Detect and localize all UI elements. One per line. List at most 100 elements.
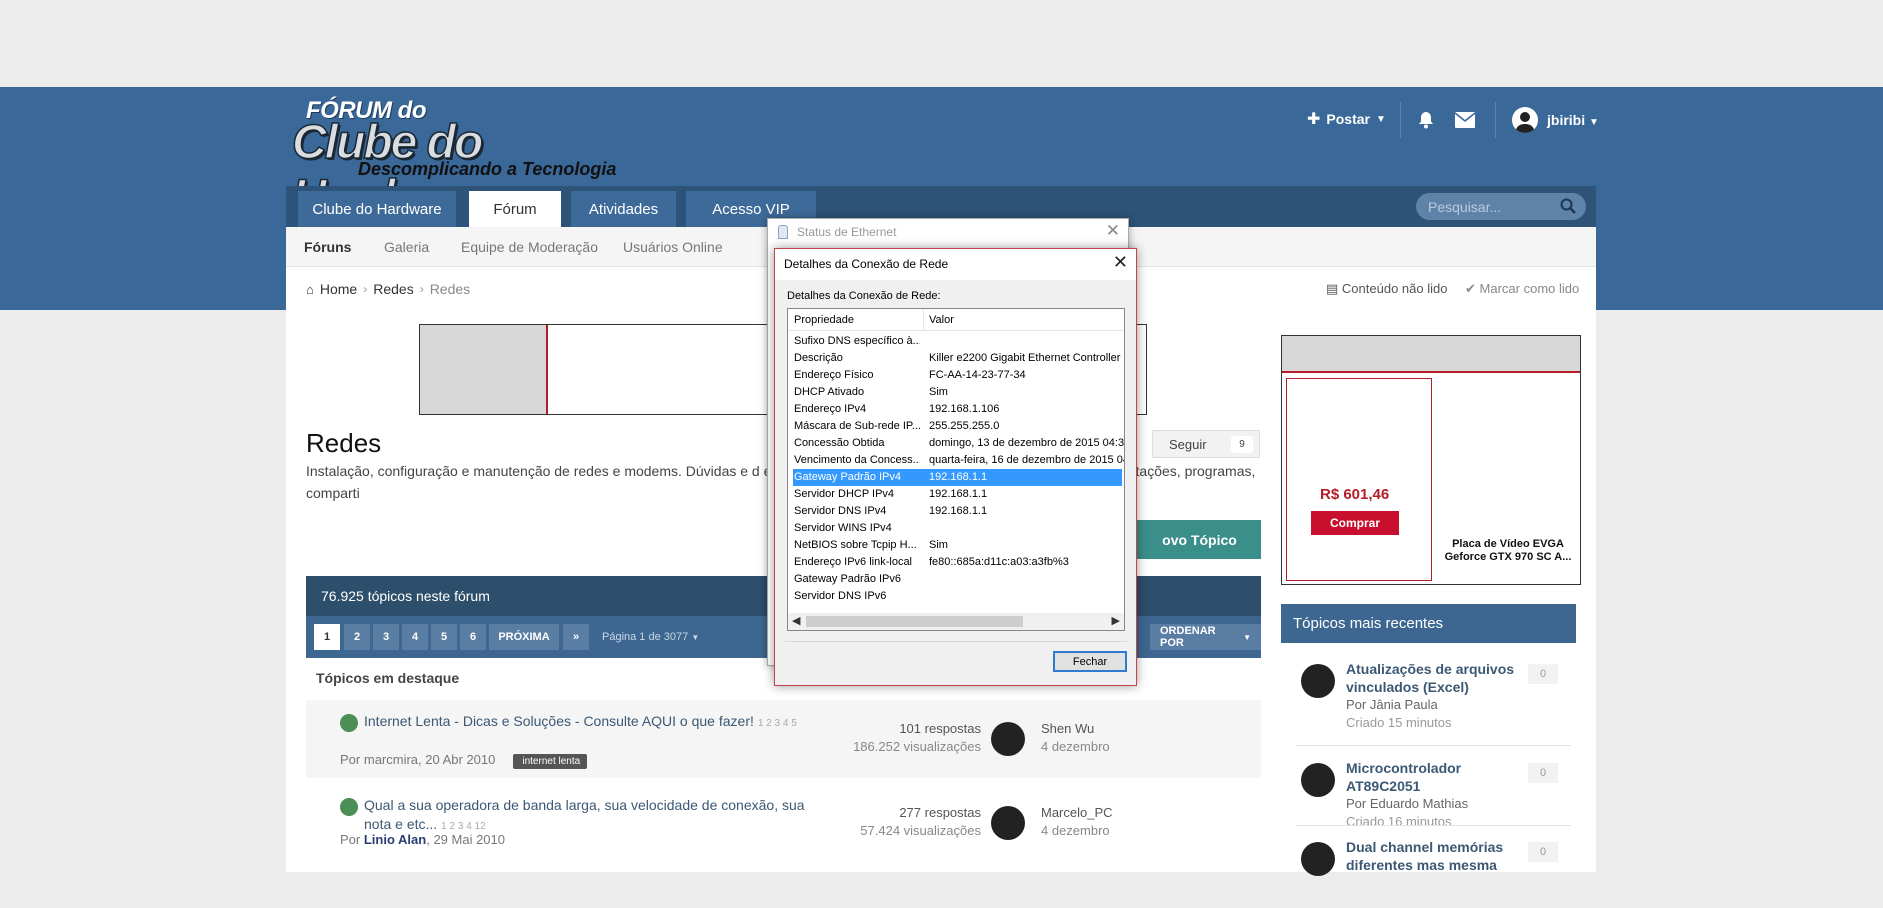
breadcrumb-section[interactable]: Redes [373,281,413,297]
topic-row[interactable]: Qual a sua operadora de banda larga, sua… [306,784,1261,862]
list-item[interactable]: Microcontrolador AT89C2051 Por Eduardo Ma… [1281,751,1576,829]
dialog-titlebar[interactable]: Detalhes da Conexão de Rede ✕ [775,249,1136,280]
bell-icon[interactable] [1416,110,1436,130]
page-6[interactable]: 6 [460,624,486,650]
tab-atividades[interactable]: Atividades [571,191,676,227]
avatar[interactable] [1301,664,1335,698]
table-row[interactable]: Servidor DHCP IPv4 192.168.1.1 [788,486,1124,503]
scroll-thumb[interactable] [806,616,1023,627]
page-2[interactable]: 2 [344,624,370,650]
tab-forum[interactable]: Fórum [469,191,561,227]
close-icon[interactable]: ✕ [1113,252,1128,273]
topic-title[interactable]: Internet Lenta - Dicas e Soluções - Cons… [364,713,754,729]
table-row[interactable]: Endereço Físico FC-AA-14-23-77-34 [788,367,1124,384]
post-button[interactable]: ✚ Postar ▼ [1307,109,1386,129]
next-page-button[interactable]: PRÓXIMA [489,624,559,650]
topic-author[interactable]: Linio Alan [364,832,426,847]
breadcrumb-home[interactable]: Home [320,281,357,297]
ad-product-name[interactable]: Placa de Vídeo EVGA Geforce GTX 970 SC A… [1438,538,1578,564]
recent-title[interactable]: Atualizações de arquivos vinculados (Exc… [1346,661,1514,695]
post-label: Postar [1326,111,1370,127]
mail-icon[interactable] [1455,112,1475,128]
dialog-title: Detalhes da Conexão de Rede [784,257,949,271]
topic-replies: 277 respostas [899,805,981,820]
table-row[interactable]: Máscara de Sub-rede IP... 255.255.255.0 [788,418,1124,435]
topic-pages[interactable]: 1 2 3 4 5 [758,718,797,729]
user-menu[interactable]: jbiribi ▼ [1547,112,1599,128]
sort-by-button[interactable]: ORDENAR POR ▼ [1150,624,1261,650]
topic-stats: 101 respostas 186.252 visualizações [853,720,981,756]
topic-tag[interactable]: internet lenta [513,754,588,769]
connection-details-dialog[interactable]: Detalhes da Conexão de Rede ✕ Detalhes d… [774,248,1137,686]
column-divider[interactable] [923,309,924,331]
topic-title[interactable]: Qual a sua operadora de banda larga, sua… [364,797,805,832]
userbar-divider [1495,102,1496,138]
search-icon[interactable] [1560,198,1576,214]
close-icon[interactable]: ✕ [1106,221,1120,241]
new-topic-button[interactable]: ovo Tópico [1118,520,1261,559]
table-row[interactable]: Descrição Killer e2200 Gigabit Ethernet C… [788,350,1124,367]
column-header-value[interactable]: Valor [929,314,954,326]
column-header-property[interactable]: Propriedade [794,314,854,326]
side-ad[interactable]: R$ 601,46 Comprar Placa de Vídeo EVGA Ge… [1281,335,1581,585]
subnav-galeria[interactable]: Galeria [384,239,429,255]
recent-title[interactable]: Microcontrolador AT89C2051 [1346,760,1461,794]
topic-author[interactable]: marcmira [364,752,418,767]
value-cell: 192.168.1.106 [929,403,1000,415]
table-row[interactable]: Gateway Padrão IPv4 192.168.1.1 [793,469,1122,486]
topic-pages[interactable]: 1 2 3 4 12 [441,821,485,832]
topic-count: 76.925 tópicos neste fórum [321,588,490,604]
buy-button[interactable]: Comprar [1311,511,1399,535]
avatar[interactable] [991,722,1025,756]
list-header: Propriedade Valor [788,309,1124,331]
avatar[interactable] [1301,842,1335,876]
recent-created: Criado 15 minutos [1346,715,1452,730]
page-3[interactable]: 3 [373,624,399,650]
table-row[interactable]: Sufixo DNS específico à... [788,333,1124,350]
property-cell: Vencimento da Concess... [794,454,920,466]
list-item[interactable]: Atualizações de arquivos vinculados (Exc… [1281,652,1576,730]
table-row[interactable]: Servidor WINS IPv4 [788,520,1124,537]
avatar[interactable] [1301,763,1335,797]
follow-button[interactable]: Seguir 9 [1152,430,1260,458]
tab-clube-do-hardware[interactable]: Clube do Hardware [298,191,456,227]
search-input[interactable]: Pesquisar... [1416,193,1586,220]
table-row[interactable]: Servidor DNS IPv6 [788,588,1124,605]
table-row[interactable]: Concessão Obtida domingo, 13 de dezembro … [788,435,1124,452]
last-poster[interactable]: Shen Wu [1041,720,1110,738]
details-list-view[interactable]: Propriedade Valor Sufixo DNS específico … [787,308,1125,631]
close-button[interactable]: Fechar [1053,651,1127,672]
table-row[interactable]: DHCP Ativado Sim [788,384,1124,401]
subnav-equipe-moderacao[interactable]: Equipe de Moderação [461,239,598,255]
unread-content-link[interactable]: ▤ Conteúdo não lido [1326,281,1447,297]
list-item[interactable]: Dual channel memórias diferentes mas mes… [1281,830,1576,908]
table-row[interactable]: Endereço IPv4 192.168.1.106 [788,401,1124,418]
recent-title[interactable]: Dual channel memórias diferentes mas mes… [1346,839,1503,873]
page-4[interactable]: 4 [402,624,428,650]
table-row[interactable]: Servidor DNS IPv4 192.168.1.1 [788,503,1124,520]
subnav-usuarios-online[interactable]: Usuários Online [623,239,723,255]
last-poster[interactable]: Marcelo_PC [1041,804,1113,822]
mark-read-link[interactable]: ✔ Marcar como lido [1465,281,1579,297]
divider [785,641,1127,642]
value-cell: 192.168.1.1 [929,471,988,483]
last-page-button[interactable]: » [563,624,589,650]
value-cell: 192.168.1.1 [929,488,988,500]
scroll-right-icon[interactable]: ▶ [1112,614,1120,627]
page-1[interactable]: 1 [314,624,340,650]
table-row[interactable]: Endereço IPv6 link-local fe80::685a:d11c:… [788,554,1124,571]
table-row[interactable]: Gateway Padrão IPv6 [788,571,1124,588]
avatar[interactable] [991,806,1025,840]
horizontal-scrollbar[interactable]: ◀ ▶ [788,613,1124,630]
table-row[interactable]: Vencimento da Concess... quarta-feira, 16… [788,452,1124,469]
table-row[interactable]: NetBIOS sobre Tcpip H... Sim [788,537,1124,554]
page-5[interactable]: 5 [431,624,457,650]
site-logo[interactable]: FÓRUM do Clube do Hardware Descomplicand… [291,97,682,225]
divider [1296,745,1571,746]
page-info-dropdown[interactable]: Página 1 de 3077 ▼ [602,631,699,643]
scroll-left-icon[interactable]: ◀ [792,614,800,627]
subnav-foruns[interactable]: Fóruns [304,239,351,255]
divider [1296,825,1571,826]
topic-row[interactable]: Internet Lenta - Dicas e Soluções - Cons… [306,700,1261,778]
user-avatar[interactable] [1512,107,1538,133]
